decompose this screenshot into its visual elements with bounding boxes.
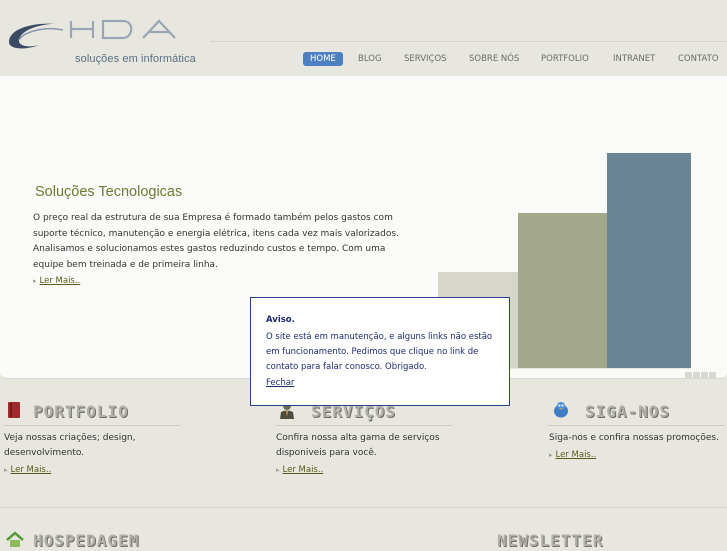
arrow-right-icon: ▸ <box>549 451 553 459</box>
arrow-right-icon: ▸ <box>4 466 8 474</box>
hda-logo-icon <box>9 19 176 49</box>
portfolio-divider <box>3 425 181 426</box>
hero-paragraph-2: Analisamos e solucionamos estes gastos r… <box>33 244 386 270</box>
newsletter-title: NEWSLETTER <box>497 531 604 550</box>
arrow-right-icon: ▸ <box>33 277 37 285</box>
hero-read-more: ▸ Ler Mais.. <box>33 276 80 286</box>
section-divider <box>0 507 727 508</box>
portfolio-read-more: ▸ Ler Mais.. <box>4 465 51 475</box>
logo-subtitle: soluções em informática <box>75 53 196 65</box>
popup-message: O site está em manutenção, e alguns link… <box>266 332 493 372</box>
portfolio-title: PORTFOLIO <box>33 402 129 421</box>
nav-home[interactable]: HOME <box>303 52 343 66</box>
siga-nos-read-more: ▸ Ler Mais.. <box>549 450 596 460</box>
slider-pagination <box>685 364 717 383</box>
hero-read-more-link[interactable]: Ler Mais.. <box>40 276 81 286</box>
slider-dot[interactable] <box>709 372 716 379</box>
twitter-bird-icon <box>551 400 571 418</box>
slider-dot[interactable] <box>701 372 708 379</box>
nav-servicos[interactable]: SERVIÇOS <box>404 52 447 66</box>
portfolio-read-more-link[interactable]: Ler Mais.. <box>11 465 52 475</box>
slider-dot[interactable] <box>685 372 692 379</box>
nav-sobre-nos[interactable]: SOBRE NÓS <box>469 52 519 66</box>
siga-nos-read-more-link[interactable]: Ler Mais.. <box>556 450 597 460</box>
slider-dot[interactable] <box>693 372 700 379</box>
nav-intranet[interactable]: INTRANET <box>613 52 655 66</box>
main-nav: HOME BLOG SERVIÇOS SOBRE NÓS PORTFOLIO I… <box>300 50 727 68</box>
siga-nos-divider <box>547 425 725 426</box>
book-icon <box>7 401 23 419</box>
nav-contato[interactable]: CONTATO <box>678 52 719 66</box>
servicos-text: Confira nossa alta gama de serviços disp… <box>276 433 440 458</box>
notice-popup: Aviso. O site está em manutenção, e algu… <box>250 297 510 406</box>
hero-description: O preço real da estrutura de sua Empresa… <box>33 211 403 273</box>
siga-nos-title: SIGA-NOS <box>585 402 671 421</box>
servicos-read-more-link[interactable]: Ler Mais.. <box>283 465 324 475</box>
header-divider <box>210 41 727 42</box>
hospedagem-title: HOSPEDAGEM <box>33 531 140 550</box>
hero-title: Soluções Tecnologicas <box>35 184 183 200</box>
logo[interactable]: soluções em informática <box>5 14 205 65</box>
nav-blog[interactable]: BLOG <box>358 52 382 66</box>
hero-paragraph-1: O preço real da estrutura de sua Empresa… <box>33 213 399 239</box>
servicos-divider <box>275 425 453 426</box>
nav-portfolio[interactable]: PORTFOLIO <box>541 52 589 66</box>
siga-nos-text: Siga-nos e confira nossas promoções. <box>549 433 719 443</box>
hero-graphic-bar-3 <box>607 153 691 369</box>
arrow-right-icon: ▸ <box>276 466 280 474</box>
house-icon <box>5 531 25 549</box>
hero-graphic-bar-2 <box>518 213 607 369</box>
popup-close-link[interactable]: Fechar <box>266 378 294 388</box>
portfolio-text: Veja nossas criações; design, desenvolvi… <box>4 433 136 458</box>
popup-title: Aviso. <box>266 315 295 325</box>
servicos-read-more: ▸ Ler Mais.. <box>276 465 323 475</box>
